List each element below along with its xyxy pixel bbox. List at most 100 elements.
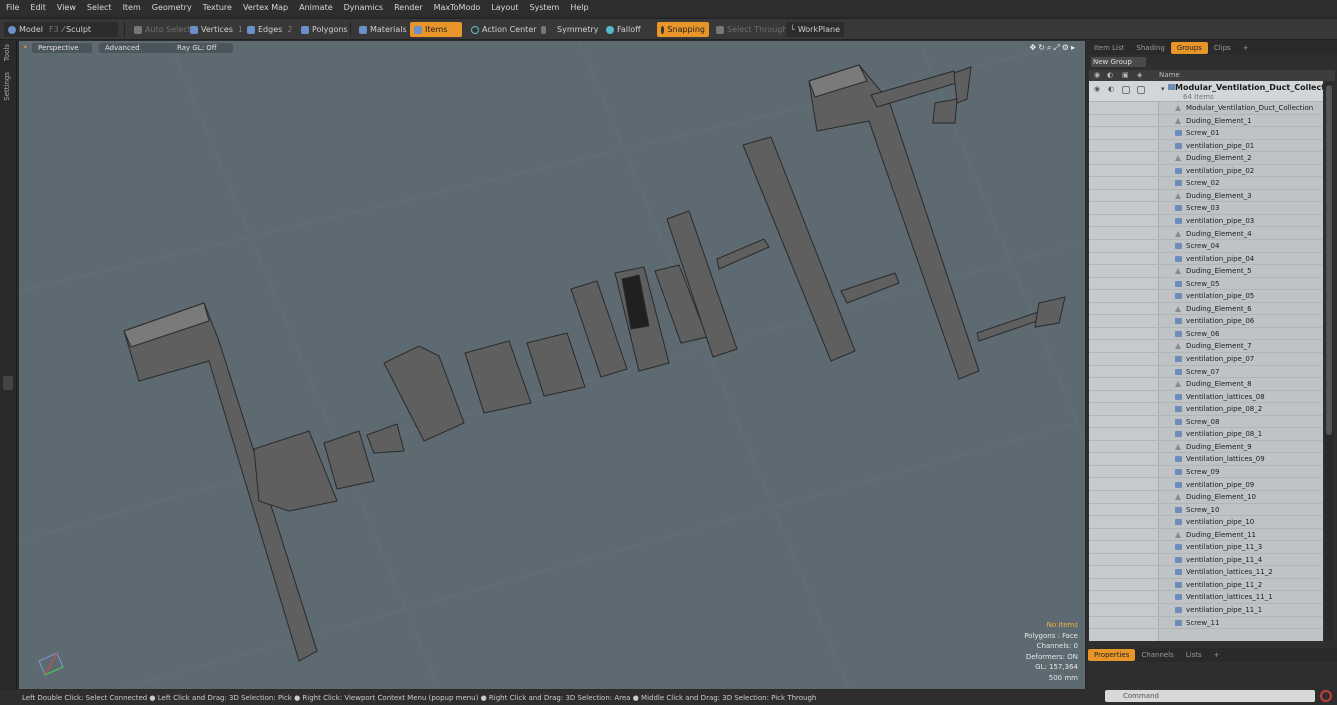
list-item[interactable]: ventilation_pipe_08_2 [1089,403,1323,416]
menu-maxtomodo[interactable]: MaxToModo [434,3,481,12]
lock-checkbox[interactable] [1122,86,1130,94]
menu-view[interactable]: View [57,3,76,12]
list-item[interactable]: Duding_Element_9 [1089,441,1323,454]
list-item[interactable]: Screw_10 [1089,504,1323,517]
menu-edit[interactable]: Edit [30,3,46,12]
action-center-button[interactable]: Action Center [467,22,541,37]
list-item[interactable]: Duding_Element_11 [1089,529,1323,542]
list-item[interactable]: Screw_08 [1089,416,1323,429]
list-item[interactable]: ventilation_pipe_05 [1089,290,1323,303]
tab-lists[interactable]: Lists [1180,649,1208,661]
list-item[interactable]: ventilation_pipe_02 [1089,165,1323,178]
select-checkbox[interactable] [1137,86,1145,94]
menu-layout[interactable]: Layout [491,3,518,12]
raygl-toggle[interactable]: Ray GL: Off [171,43,233,53]
new-group-button[interactable]: New Group [1091,57,1146,67]
menu-animate[interactable]: Animate [299,3,333,12]
expand-arrow-icon[interactable]: ▾ [1161,85,1165,93]
list-item[interactable]: Screw_07 [1089,366,1323,379]
menu-dynamics[interactable]: Dynamics [344,3,383,12]
list-item[interactable]: Screw_02 [1089,177,1323,190]
model-button[interactable]: Model [19,25,43,34]
list-item[interactable]: Ventilation_lattices_09 [1089,453,1323,466]
tab-channels[interactable]: Channels [1135,649,1179,661]
list-item[interactable]: ventilation_pipe_06 [1089,315,1323,328]
list-item[interactable]: Screw_03 [1089,202,1323,215]
items-button[interactable]: Items [410,22,462,37]
list-item[interactable]: ventilation_pipe_10 [1089,516,1323,529]
list-item[interactable]: Duding_Element_1 [1089,115,1323,128]
viewport-nav-icons[interactable]: ✥↻⌕⤢⚙▸ [1030,43,1077,53]
3d-viewport[interactable]: • Perspective Advanced Ray GL: Off ✥↻⌕⤢⚙… [19,41,1085,689]
tab-tools[interactable]: Tools [3,44,11,61]
list-item[interactable]: Duding_Element_2 [1089,152,1323,165]
command-input[interactable]: Command [1105,690,1315,702]
list-item[interactable]: ventilation_pipe_01 [1089,140,1323,153]
list-item[interactable]: Ventilation_lattices_11_1 [1089,591,1323,604]
list-item[interactable]: Screw_06 [1089,328,1323,341]
visibility-eye-icon[interactable]: ◉ [1094,85,1100,93]
list-item[interactable]: Ventilation_lattices_08 [1089,391,1323,404]
list-item[interactable]: ventilation_pipe_11_4 [1089,554,1323,567]
menu-item[interactable]: Item [123,3,141,12]
add-tab-button[interactable]: + [1237,42,1255,54]
list-item[interactable]: Screw_01 [1089,127,1323,140]
tab-properties[interactable]: Properties [1088,649,1136,661]
polygons-button[interactable]: Polygons [297,22,352,37]
scrollbar-thumb[interactable] [1326,85,1332,435]
list-item[interactable]: ventilation_pipe_08_1 [1089,428,1323,441]
shading-advanced-dropdown[interactable]: Advanced [99,43,177,53]
menu-select[interactable]: Select [87,3,112,12]
falloff-button[interactable]: Falloff [602,22,645,37]
list-item[interactable]: ventilation_pipe_11_1 [1089,604,1323,617]
sculpt-button[interactable]: Sculpt [66,25,91,34]
menu-file[interactable]: File [6,3,19,12]
menu-texture[interactable]: Texture [203,3,232,12]
list-item[interactable]: Screw_04 [1089,240,1323,253]
list-item[interactable]: ventilation_pipe_03 [1089,215,1323,228]
vertices-button[interactable]: Vertices 1 [186,22,247,37]
materials-button[interactable]: Materials [355,22,411,37]
menu-help[interactable]: Help [570,3,588,12]
list-item[interactable]: Duding_Element_4 [1089,228,1323,240]
group-row[interactable]: ◉ ◐ ▾ Modular_Ventilation_Duct_Collecti.… [1089,81,1323,102]
list-item[interactable]: Duding_Element_3 [1089,190,1323,203]
list-item[interactable]: ventilation_pipe_09 [1089,479,1323,491]
list-item[interactable]: Duding_Element_7 [1089,340,1323,353]
workplane-button[interactable]: └ WorkPlane [786,22,845,37]
list-item[interactable]: Duding_Element_10 [1089,491,1323,504]
command-run-icon[interactable] [1320,690,1332,702]
menu-vertex-map[interactable]: Vertex Map [243,3,288,12]
list-item[interactable]: Ventilation_lattices_11_2 [1089,566,1323,579]
add-tab-button[interactable]: + [1208,649,1226,661]
list-item[interactable]: ventilation_pipe_04 [1089,253,1323,266]
menu-render[interactable]: Render [394,3,422,12]
list-item[interactable]: ventilation_pipe_11_2 [1089,579,1323,592]
tab-shading[interactable]: Shading [1130,42,1170,54]
tree-scrollbar[interactable] [1325,81,1333,641]
symmetry-button[interactable]: Symmetry [537,22,602,37]
list-item[interactable]: Screw_09 [1089,466,1323,479]
snapping-button[interactable]: Snapping [657,22,709,37]
select-through-button[interactable]: Select Through [712,22,791,37]
tab-clips[interactable]: Clips [1208,42,1237,54]
list-item[interactable]: Duding_Element_8 [1089,378,1323,391]
list-item[interactable]: Screw_11 [1089,617,1323,630]
list-item[interactable]: ventilation_pipe_11_3 [1089,541,1323,554]
groups-tree[interactable]: ◉ ◐ ▾ Modular_Ventilation_Duct_Collecti.… [1089,81,1323,641]
tab-groups[interactable]: Groups [1170,42,1208,54]
list-item[interactable]: Screw_05 [1089,278,1323,291]
tab-item-list[interactable]: Item List [1088,42,1130,54]
render-toggle-icon[interactable]: ◐ [1108,85,1114,93]
edges-button[interactable]: Edges 2 [243,22,296,37]
list-item[interactable]: Duding_Element_6 [1089,303,1323,316]
panel-collapse-handle[interactable] [3,376,13,390]
list-item[interactable]: ventilation_pipe_07 [1089,353,1323,366]
menu-system[interactable]: System [530,3,560,12]
viewport-menu-icon[interactable]: • [23,43,28,52]
view-perspective-dropdown[interactable]: Perspective [32,43,92,53]
tab-settings[interactable]: Settings [3,72,11,101]
menu-geometry[interactable]: Geometry [152,3,192,12]
list-item[interactable]: Modular_Ventilation_Duct_Collection [1089,102,1323,115]
list-item[interactable]: Duding_Element_5 [1089,265,1323,278]
